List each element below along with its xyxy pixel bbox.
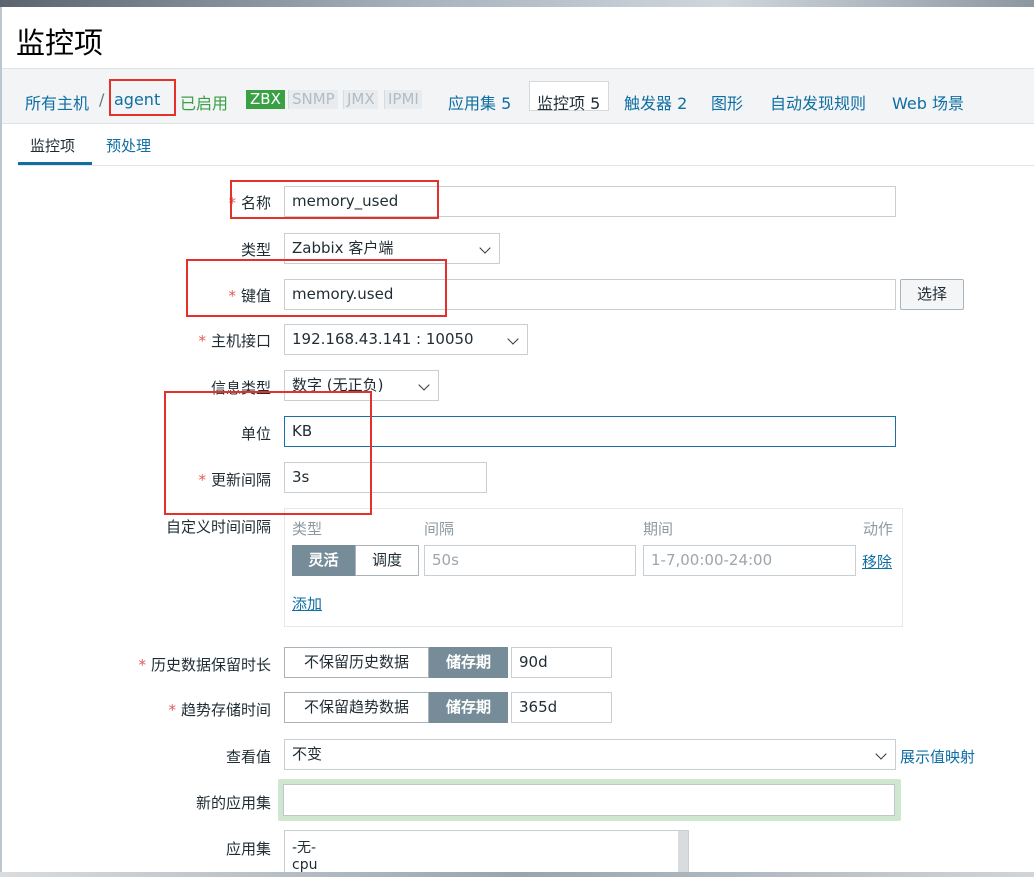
custom-interval-input[interactable]: 50s: [424, 545, 636, 576]
add-interval-link[interactable]: 添加: [292, 593, 322, 614]
nav-discovery-link[interactable]: 自动发现规则: [770, 90, 866, 114]
nav-web-link[interactable]: Web 场景: [892, 90, 964, 114]
custom-period-input[interactable]: 1-7,00:00-24:00: [643, 545, 856, 576]
tab-item[interactable]: 监控项: [30, 135, 75, 156]
listbox-scrollbar[interactable]: [678, 831, 688, 877]
trends-storage-toggle[interactable]: 储存期: [429, 692, 508, 723]
interface-label: * 主机接口: [198, 332, 271, 350]
custom-intervals-label: 自定义时间间隔: [165, 518, 271, 536]
chevron-down-icon: [507, 333, 519, 345]
new-application-input[interactable]: [283, 784, 895, 816]
zbx-availability-badge: ZBX: [246, 90, 285, 109]
col-interval-header: 间隔: [424, 520, 455, 538]
trends-period-input[interactable]: 365d: [511, 692, 612, 723]
show-value-label: 查看值: [225, 748, 271, 766]
history-storage-toggle[interactable]: 储存期: [429, 647, 508, 678]
page-title: 监控项: [16, 26, 104, 60]
list-item[interactable]: -无-: [292, 840, 681, 857]
remove-interval-link[interactable]: 移除: [862, 551, 892, 572]
annotation-box-key: [186, 259, 447, 317]
form-tabs: 监控项 预处理: [18, 125, 1034, 166]
breadcrumb-separator: /: [99, 90, 105, 109]
ipmi-availability-badge: IPMI: [384, 90, 422, 109]
applications-listbox[interactable]: -无- cpu: [284, 830, 689, 877]
new-application-label: 新的应用集: [195, 794, 271, 812]
chevron-down-icon: [418, 379, 430, 391]
trends-label: * 趋势存储时间: [168, 701, 271, 719]
nav-all-hosts-link[interactable]: 所有主机: [25, 90, 89, 114]
history-label: * 历史数据保留时长: [138, 656, 271, 674]
trends-no-keep-toggle[interactable]: 不保留趋势数据: [284, 692, 429, 723]
host-status-enabled[interactable]: 已启用: [180, 90, 228, 114]
annotation-box-name: [230, 180, 439, 219]
window-top-strip: [0, 0, 1034, 7]
flexible-toggle[interactable]: 灵活: [292, 545, 355, 576]
nav-triggers-link[interactable]: 触发器 2: [624, 90, 687, 114]
history-period-input[interactable]: 90d: [511, 647, 612, 678]
window-left-edge: [0, 7, 2, 877]
type-label: 类型: [240, 241, 271, 259]
nav-graphs-link[interactable]: 图形: [711, 90, 743, 114]
window-bottom-strip: [0, 872, 1034, 877]
annotation-box-units-interval: [164, 391, 372, 515]
jmx-availability-badge: JMX: [343, 90, 378, 109]
snmp-availability-badge: SNMP: [288, 90, 338, 109]
history-no-keep-toggle[interactable]: 不保留历史数据: [284, 647, 429, 678]
nav-items-link[interactable]: 监控项 5: [537, 90, 600, 114]
chevron-down-icon: [875, 748, 887, 760]
chevron-down-icon: [479, 242, 491, 254]
annotation-box-host: [109, 79, 176, 116]
key-select-button[interactable]: 选择: [900, 279, 964, 310]
applications-label: 应用集: [225, 840, 271, 858]
scheduling-toggle[interactable]: 调度: [355, 545, 419, 576]
nav-applications-link[interactable]: 应用集 5: [448, 90, 511, 114]
tab-item-underline: [18, 162, 92, 165]
col-period-header: 期间: [643, 520, 674, 538]
col-action-header: 动作: [863, 520, 894, 538]
units-input[interactable]: KB: [284, 416, 896, 447]
show-value-select[interactable]: 不变: [284, 739, 896, 770]
interface-select[interactable]: 192.168.43.141 : 10050: [284, 324, 528, 355]
tab-preprocessing[interactable]: 预处理: [106, 135, 151, 156]
col-type-header: 类型: [292, 520, 323, 538]
show-value-mapping-link[interactable]: 展示值映射: [900, 746, 975, 767]
